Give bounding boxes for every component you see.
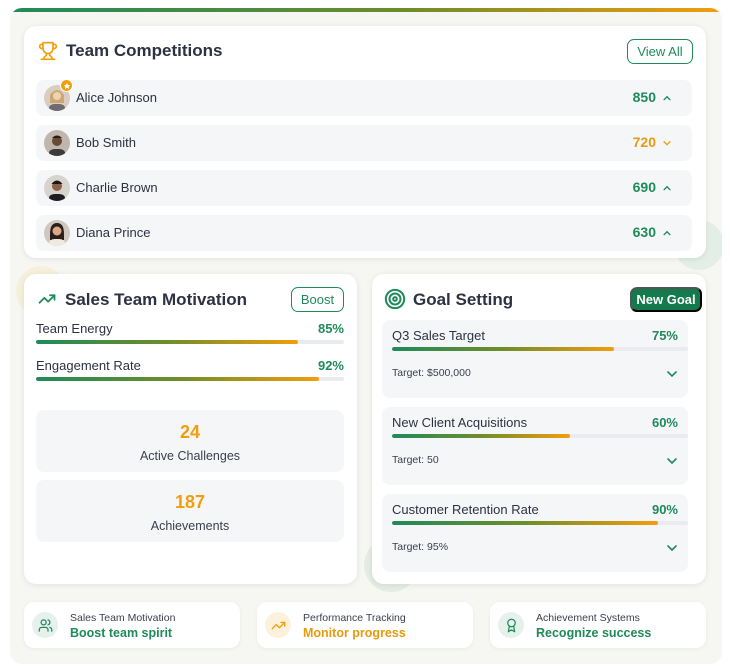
stat-label: Active Challenges [139, 449, 241, 463]
progress-track [36, 340, 344, 344]
feature-card-performance[interactable]: Performance Tracking Monitor progress [257, 602, 473, 648]
feature-title: Sales Team Motivation [70, 612, 176, 624]
goal-target: Target: 95% [392, 541, 449, 553]
new-goal-button[interactable]: New Goal [630, 287, 702, 312]
chevron-down-icon[interactable] [666, 455, 678, 467]
target-icon [384, 288, 406, 310]
sales-team-motivation-card: Sales Team Motivation Boost Team Energy … [24, 274, 357, 584]
avatar [44, 130, 70, 156]
goal-item[interactable]: Customer Retention Rate 90% Target: 95% [382, 494, 688, 572]
competitor-score: 850 [632, 89, 656, 105]
view-all-button[interactable]: View All [627, 39, 693, 64]
stat-card-active-challenges: 24 Active Challenges [36, 410, 344, 472]
competitor-name: Bob Smith [76, 135, 136, 150]
progress-fill [36, 340, 298, 344]
progress-fill [392, 434, 570, 438]
feature-subtitle: Monitor progress [303, 626, 406, 640]
trophy-icon [38, 41, 58, 61]
goal-item[interactable]: Q3 Sales Target 75% Target: $500,000 [382, 320, 688, 398]
feature-subtitle: Boost team spirit [70, 626, 173, 640]
feature-title: Achievement Systems [536, 612, 640, 624]
competitor-row[interactable]: Bob Smith 720 [36, 125, 692, 161]
progress-fill [36, 377, 320, 381]
stat-number: 24 [179, 422, 201, 442]
competitor-name: Alice Johnson [76, 90, 157, 105]
boost-button[interactable]: Boost [291, 287, 344, 312]
competitor-score: 630 [632, 224, 656, 240]
competitor-score: 690 [632, 179, 656, 195]
goal-setting-card: Goal Setting New Goal Q3 Sales Target 75… [372, 274, 706, 584]
goal-setting-title: Goal Setting [413, 290, 514, 309]
leader-star-icon [60, 79, 73, 92]
progress-track [392, 347, 688, 351]
feature-card-motivation[interactable]: Sales Team Motivation Boost team spirit [24, 602, 240, 648]
trending-up-icon [38, 294, 56, 304]
stat-card-achievements: 187 Achievements [36, 480, 344, 542]
competitor-score: 720 [632, 134, 656, 150]
metric-value: 92% [317, 358, 344, 373]
chevron-down-icon[interactable] [666, 368, 678, 380]
chevron-down-icon [663, 141, 671, 146]
metric-value: 85% [317, 321, 344, 336]
team-competitions-card: Team Competitions View All Alice Johnson… [24, 26, 706, 258]
goal-name: Customer Retention Rate [392, 502, 539, 517]
competitor-row[interactable]: Diana Prince 630 [36, 215, 692, 251]
goal-percent: 60% [651, 415, 678, 430]
feature-title: Performance Tracking [303, 612, 406, 624]
goal-name: Q3 Sales Target [392, 328, 485, 343]
progress-fill [392, 347, 614, 351]
goal-name: New Client Acquisitions [392, 415, 528, 430]
metric-label: Team Energy [36, 321, 113, 336]
goal-percent: 75% [651, 328, 678, 343]
competitor-row[interactable]: Charlie Brown 690 [36, 170, 692, 206]
chevron-down-icon[interactable] [666, 542, 678, 554]
chevron-up-icon [663, 185, 671, 191]
progress-track [36, 377, 344, 381]
chevron-up-icon [663, 230, 671, 236]
progress-fill [392, 521, 659, 525]
metric-label: Engagement Rate [36, 358, 141, 373]
feature-subtitle: Recognize success [536, 626, 652, 640]
top-gradient-bar [10, 8, 722, 12]
users-icon [32, 612, 58, 638]
feature-card-achievements[interactable]: Achievement Systems Recognize success [490, 602, 706, 648]
stat-number: 187 [174, 492, 206, 512]
goal-percent: 90% [651, 502, 678, 517]
goal-item[interactable]: New Client Acquisitions 60% Target: 50 [382, 407, 688, 485]
competitions-title: Team Competitions [66, 41, 223, 60]
chevron-up-icon [663, 95, 671, 101]
competitor-name: Diana Prince [76, 225, 151, 240]
award-icon [498, 612, 524, 638]
goal-target: Target: 50 [392, 454, 439, 466]
competitor-row[interactable]: Alice Johnson 850 [36, 79, 692, 116]
progress-track [392, 521, 688, 525]
avatar [44, 220, 70, 246]
stat-label: Achievements [150, 519, 230, 533]
dashboard: Team Competitions View All Alice Johnson… [10, 8, 722, 664]
progress-track [392, 434, 688, 438]
trending-up-icon [265, 612, 291, 638]
goal-target: Target: $500,000 [392, 367, 471, 379]
avatar [44, 175, 70, 201]
competitor-name: Charlie Brown [76, 180, 158, 195]
motivation-title: Sales Team Motivation [65, 290, 248, 309]
